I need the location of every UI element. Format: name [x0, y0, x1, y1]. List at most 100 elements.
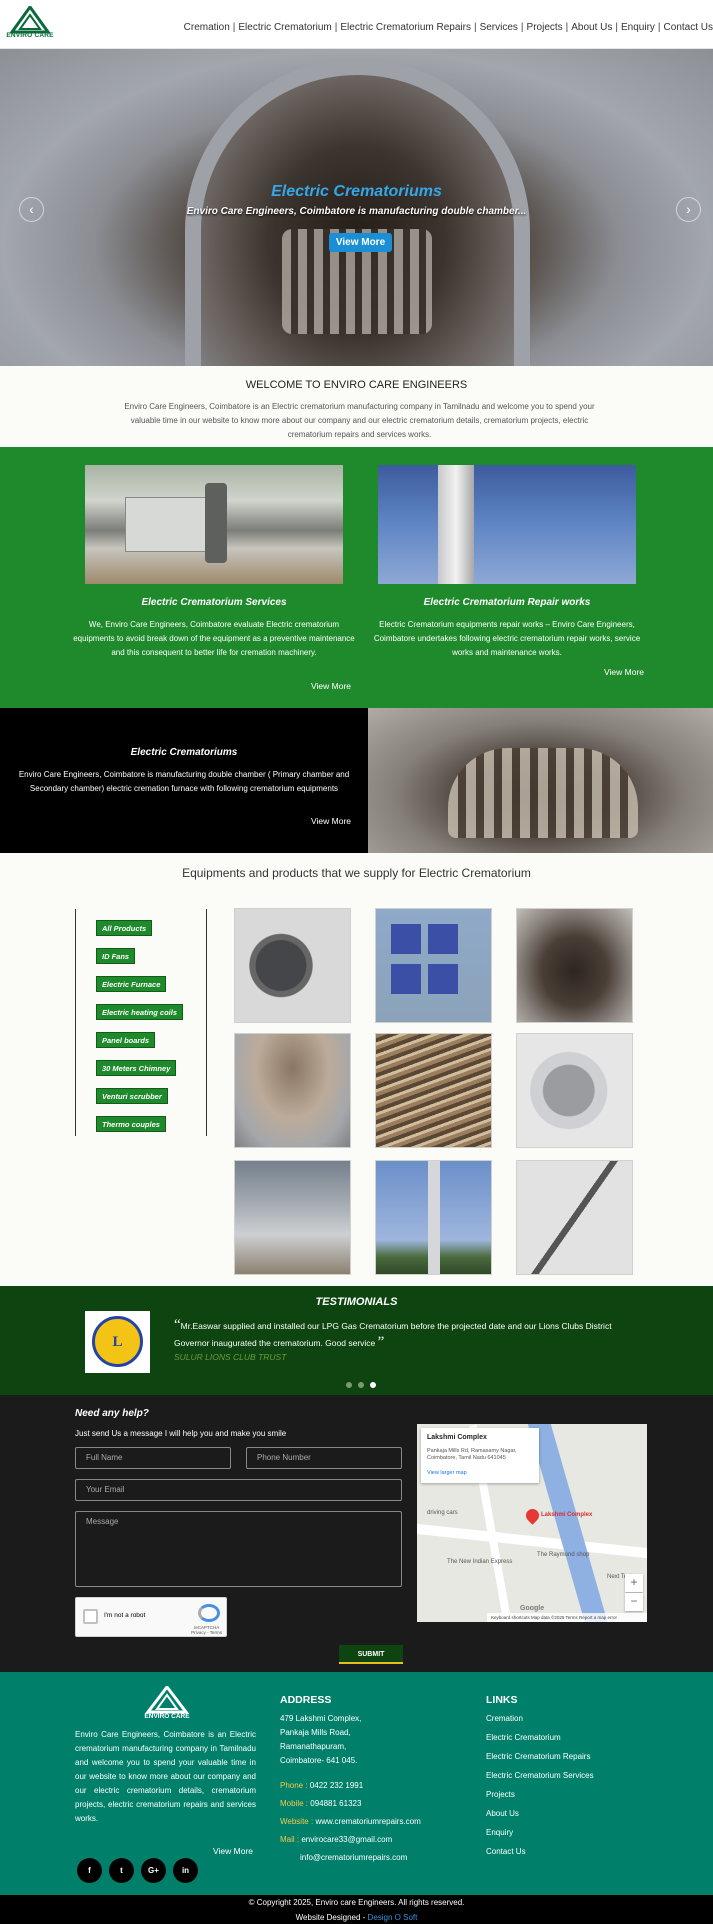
message-textarea[interactable]: Message	[75, 1511, 402, 1587]
repair-text: Electric Crematorium equipments repair w…	[373, 620, 641, 657]
tag-electric-furnace[interactable]: Electric Furnace	[96, 976, 167, 992]
twitter-icon[interactable]: t	[109, 1858, 134, 1883]
crematoriums-view-more-link[interactable]: View More	[311, 816, 351, 826]
view-larger-map-link[interactable]: View larger map	[427, 1470, 467, 1476]
product-blower-image[interactable]	[516, 1033, 633, 1148]
footer-link-electric-crematorium[interactable]: Electric Crematorium	[486, 1733, 561, 1742]
google-map[interactable]: Lakshmi Complex Pankaja Mills Rd, Ramasa…	[417, 1424, 647, 1622]
footer-about-text: Enviro Care Engineers, Coimbatore is an …	[75, 1730, 256, 1823]
footer-mail[interactable]: Mail : envirocare33@gmail.com	[280, 1835, 392, 1844]
nav-projects[interactable]: Projects	[527, 22, 563, 33]
logo-text: ENVIRO CARE	[6, 32, 54, 39]
repair-title: Electric Crematorium Repair works	[423, 597, 591, 608]
tag-all-products[interactable]: All Products	[96, 920, 153, 936]
map-zoom-out-button[interactable]: −	[625, 1593, 643, 1611]
nav-services[interactable]: Services	[480, 22, 518, 33]
testimonial-dot-3[interactable]	[370, 1382, 376, 1388]
nav-contact-us[interactable]: Contact Us	[664, 22, 713, 33]
facebook-icon[interactable]: f	[77, 1858, 102, 1883]
tag-chimney[interactable]: 30 Meters Chimney	[96, 1060, 177, 1076]
map-marker-label: Lakshmi Complex	[541, 1512, 593, 1518]
map-marker-icon[interactable]	[523, 1506, 542, 1525]
linkedin-icon[interactable]: in	[173, 1858, 198, 1883]
nav-enquiry[interactable]: Enquiry	[621, 22, 655, 33]
crematoriums-block: Electric Crematoriums Enviro Care Engine…	[0, 708, 368, 853]
submit-button[interactable]: SUBMIT	[339, 1645, 403, 1664]
product-scrubber-image[interactable]	[234, 1160, 351, 1275]
product-chamber-image[interactable]	[234, 1033, 351, 1148]
recaptcha-terms: reCAPTCHA Privacy - Terms	[191, 1625, 222, 1635]
services-text: We, Enviro Care Engineers, Coimbatore ev…	[73, 620, 355, 657]
tag-thermo-couples[interactable]: Thermo couples	[96, 1116, 166, 1132]
map-zoom-in-button[interactable]: +	[625, 1574, 643, 1592]
footer-logo[interactable]: ENVIRO CARE	[142, 1684, 192, 1722]
product-id-fan-image[interactable]	[234, 908, 351, 1023]
hero-subtitle: Enviro Care Engineers, Coimbatore is man…	[186, 206, 527, 217]
designer-link[interactable]: Design O Soft	[368, 1913, 418, 1922]
footer-mail-2[interactable]: info@crematoriumrepairs.com	[300, 1853, 407, 1862]
hero-slider: Electric Crematoriums Enviro Care Engine…	[0, 49, 713, 366]
main-nav: Cremation | Electric Crematorium | Electric …	[183, 22, 713, 33]
email-input[interactable]: Your Email	[75, 1479, 402, 1501]
footer-link-projects[interactable]: Projects	[486, 1790, 515, 1799]
tag-electric-heating-coils[interactable]: Electric heating coils	[96, 1004, 184, 1020]
repair-view-more-link[interactable]: View More	[604, 667, 644, 677]
products-title: Equipments and products that we supply f…	[182, 866, 531, 880]
welcome-text: Enviro Care Engineers, Coimbatore is an …	[124, 402, 595, 439]
footer-link-repairs[interactable]: Electric Crematorium Repairs	[486, 1752, 590, 1761]
footer-link-about-us[interactable]: About Us	[486, 1809, 519, 1818]
testimonials-title: TESTIMONIALS	[315, 1296, 398, 1308]
phone-number-input[interactable]: Phone Number	[246, 1447, 402, 1469]
services-view-more-link[interactable]: View More	[311, 681, 351, 691]
footer-address: 479 Lakshmi Complex, Pankaja Mills Road,…	[280, 1714, 362, 1765]
testimonial-dot-1[interactable]	[346, 1382, 352, 1388]
footer-phone: Phone : 0422 232 1991	[280, 1781, 364, 1790]
nav-electric-crematorium-repairs[interactable]: Electric Crematorium Repairs	[340, 22, 471, 33]
enviro-care-logo[interactable]: ENVIRO CARE	[6, 4, 54, 42]
crematoriums-title: Electric Crematoriums	[130, 747, 238, 758]
hero-title: Electric Crematoriums	[271, 183, 442, 200]
footer-link-services[interactable]: Electric Crematorium Services	[486, 1771, 594, 1780]
footer-link-contact-us[interactable]: Contact Us	[486, 1847, 526, 1856]
site-footer: ENVIRO CARE Enviro Care Engineers, Coimb…	[0, 1672, 713, 1895]
slider-prev-arrow-icon[interactable]: ‹	[19, 197, 44, 222]
recaptcha-widget[interactable]: I'm not a robot reCAPTCHA Privacy - Terms	[75, 1597, 227, 1637]
footer-website[interactable]: Website : www.crematoriumrepairs.com	[280, 1817, 421, 1826]
tag-panel-boards[interactable]: Panel boards	[96, 1032, 156, 1048]
testimonial-quote: “Mr.Easwar supplied and installed our LP…	[174, 1317, 612, 1350]
map-place-address: Pankaja Mills Rd, Ramasamy Nagar, Coimba…	[427, 1448, 517, 1461]
product-category-sidebar: All Products ID Fans Electric Furnace El…	[75, 909, 207, 1136]
contact-title: Need any help?	[75, 1408, 149, 1419]
nav-cremation[interactable]: Cremation	[184, 22, 230, 33]
crematorium-services-image	[85, 465, 343, 584]
services-section: Electric Crematorium Services We, Enviro…	[0, 447, 713, 708]
nav-about-us[interactable]: About Us	[571, 22, 612, 33]
copyright-bar: © Copyright 2025, Enviro care Engineers.…	[0, 1895, 713, 1924]
tag-id-fans[interactable]: ID Fans	[96, 948, 136, 964]
designed-by: Website Designed - Design O Soft	[295, 1913, 418, 1922]
slider-next-arrow-icon[interactable]: ›	[676, 197, 701, 222]
site-header: ENVIRO CARE Cremation | Electric Crematori…	[0, 0, 713, 49]
crematoriums-text: Enviro Care Engineers, Coimbatore is man…	[18, 770, 350, 793]
footer-mobile: Mobile : 094881 61323	[280, 1799, 362, 1808]
recaptcha-label: I'm not a robot	[104, 1612, 146, 1619]
testimonial-dot-2[interactable]	[358, 1382, 364, 1388]
product-heating-coils-image[interactable]	[375, 1033, 492, 1148]
product-thermocouple-image[interactable]	[516, 1160, 633, 1275]
welcome-title: WELCOME TO ENVIRO CARE ENGINEERS	[245, 379, 468, 391]
recaptcha-checkbox[interactable]	[83, 1609, 98, 1624]
recaptcha-icon	[198, 1604, 220, 1622]
full-name-input[interactable]: Full Name	[75, 1447, 231, 1469]
product-panel-board-image[interactable]	[375, 908, 492, 1023]
tag-venturi-scrubber[interactable]: Venturi scrubber	[96, 1088, 168, 1104]
google-plus-icon[interactable]: G+	[141, 1858, 166, 1883]
footer-view-more-link[interactable]: View More	[213, 1846, 253, 1856]
nav-electric-crematorium[interactable]: Electric Crematorium	[238, 22, 331, 33]
map-place-name: Lakshmi Complex	[427, 1434, 487, 1441]
product-furnace-image[interactable]	[516, 908, 633, 1023]
product-chimney-image[interactable]	[375, 1160, 492, 1275]
footer-link-cremation[interactable]: Cremation	[486, 1714, 523, 1723]
hero-view-more-button[interactable]: View More	[329, 233, 392, 252]
footer-link-enquiry[interactable]: Enquiry	[486, 1828, 513, 1837]
contact-section: Need any help? Just send Us a message I …	[0, 1395, 713, 1672]
